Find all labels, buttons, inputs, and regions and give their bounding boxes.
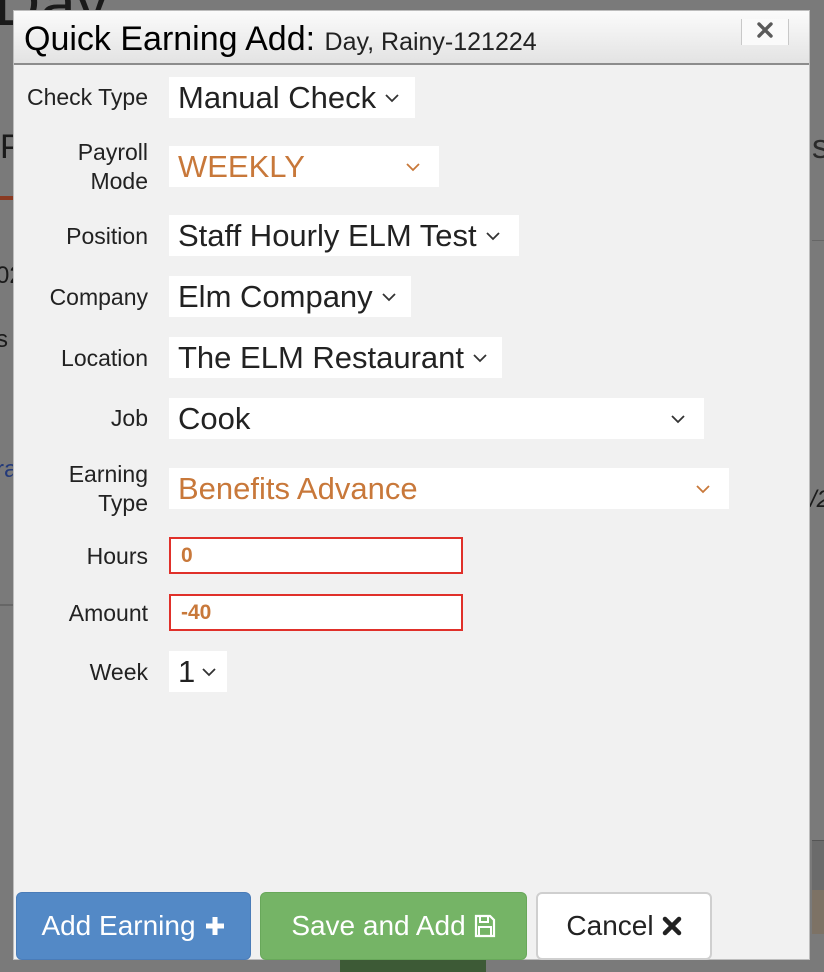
earning-type-select[interactable]: Benefits Advance bbox=[169, 468, 729, 509]
plus-icon bbox=[204, 915, 226, 937]
dialog-title: Quick Earning Add: Day, Rainy-121224 bbox=[24, 20, 537, 59]
earning-type-label-line2: Type bbox=[98, 490, 148, 516]
hours-label: Hours bbox=[86, 543, 148, 569]
add-earning-button[interactable]: Add Earning bbox=[16, 892, 251, 960]
position-label: Position bbox=[66, 223, 148, 249]
week-label: Week bbox=[89, 659, 148, 685]
chevron-down-icon bbox=[201, 667, 217, 677]
chevron-down-icon bbox=[670, 414, 686, 424]
job-value: Cook bbox=[178, 400, 251, 436]
background-text-fragment: s bbox=[812, 128, 824, 166]
dialog-title-text: Quick Earning Add: bbox=[24, 20, 316, 58]
chevron-down-icon bbox=[472, 353, 488, 363]
payroll-mode-select[interactable]: WEEKLY bbox=[169, 146, 439, 187]
cancel-button[interactable]: Cancel bbox=[536, 892, 712, 960]
company-select[interactable]: Elm Company bbox=[169, 276, 411, 317]
payroll-mode-value: WEEKLY bbox=[178, 148, 305, 184]
payroll-mode-label-line2: Mode bbox=[90, 168, 148, 194]
floppy-disk-icon bbox=[474, 914, 496, 938]
chevron-down-icon bbox=[381, 292, 397, 302]
chevron-down-icon bbox=[485, 231, 501, 241]
earning-type-value: Benefits Advance bbox=[178, 470, 418, 506]
location-label: Location bbox=[61, 345, 148, 371]
quick-earning-add-dialog: Quick Earning Add: Day, Rainy-121224 Che… bbox=[13, 10, 810, 960]
job-label: Job bbox=[110, 405, 148, 431]
close-button[interactable] bbox=[741, 19, 789, 45]
earning-type-label: Earning Type bbox=[69, 460, 148, 518]
chevron-down-icon bbox=[384, 93, 400, 103]
add-earning-label: Add Earning bbox=[41, 910, 196, 941]
position-value: Staff Hourly ELM Test bbox=[178, 217, 477, 253]
week-select[interactable]: 1 bbox=[169, 651, 227, 692]
week-value: 1 bbox=[178, 653, 196, 689]
payroll-mode-label: Payroll Mode bbox=[78, 138, 148, 196]
company-value: Elm Company bbox=[178, 278, 373, 314]
amount-label: Amount bbox=[68, 600, 148, 626]
chevron-down-icon bbox=[695, 484, 711, 494]
background-button bbox=[340, 960, 486, 972]
dialog-header: Quick Earning Add: Day, Rainy-121224 bbox=[14, 11, 809, 65]
close-icon bbox=[756, 19, 774, 45]
background-panel bbox=[812, 890, 824, 934]
save-and-add-label: Save and Add bbox=[291, 910, 466, 941]
earning-type-label-line1: Earning bbox=[68, 461, 148, 487]
background-divider bbox=[812, 240, 824, 241]
position-select[interactable]: Staff Hourly ELM Test bbox=[169, 215, 519, 256]
close-icon bbox=[662, 916, 682, 936]
cancel-label: Cancel bbox=[566, 910, 654, 941]
dialog-subtitle: Day, Rainy-121224 bbox=[324, 28, 537, 56]
payroll-mode-label-line1: Payroll bbox=[77, 139, 148, 165]
location-select[interactable]: The ELM Restaurant bbox=[169, 337, 502, 378]
chevron-down-icon bbox=[405, 162, 421, 172]
check-type-label: Check Type bbox=[26, 84, 148, 110]
background-text-fragment: /2 bbox=[810, 486, 824, 513]
hours-input[interactable] bbox=[169, 537, 463, 574]
save-and-add-button[interactable]: Save and Add bbox=[260, 892, 527, 960]
background-panel bbox=[812, 840, 824, 891]
location-value: The ELM Restaurant bbox=[178, 339, 465, 375]
check-type-select[interactable]: Manual Check bbox=[169, 77, 415, 118]
check-type-value: Manual Check bbox=[178, 79, 377, 115]
background-divider bbox=[0, 604, 14, 606]
job-select[interactable]: Cook bbox=[169, 398, 704, 439]
company-label: Company bbox=[49, 284, 148, 310]
amount-input[interactable] bbox=[169, 594, 463, 631]
background-text-fragment: s bbox=[0, 326, 8, 353]
background-tab-underline bbox=[0, 196, 14, 200]
